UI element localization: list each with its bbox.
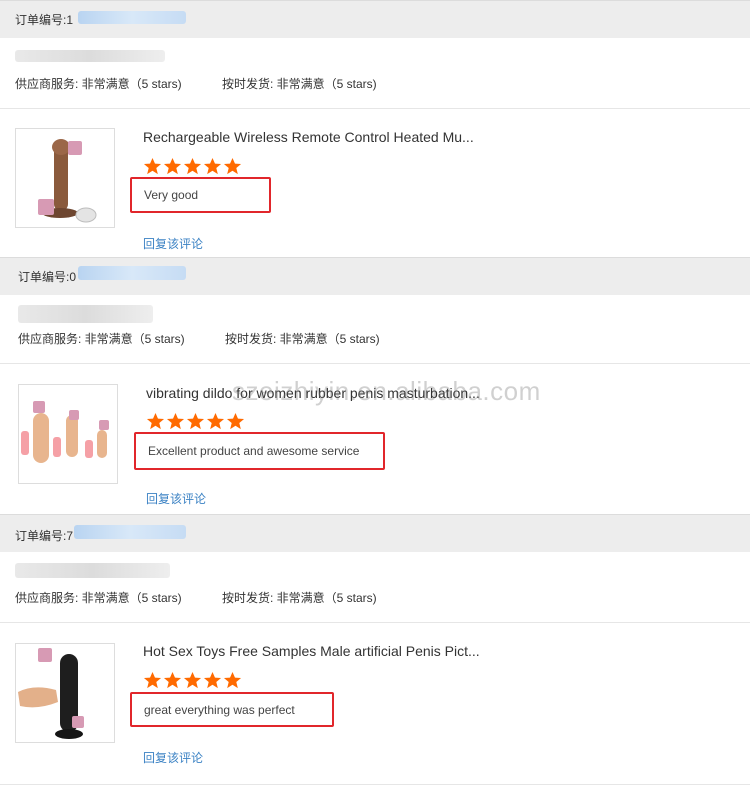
- star-icon: [183, 671, 202, 689]
- review-text: Excellent product and awesome service: [134, 432, 385, 470]
- product-thumbnail[interactable]: [15, 128, 115, 228]
- review-text-content: great everything was perfect: [144, 702, 295, 717]
- product-title-link[interactable]: Hot Sex Toys Free Samples Male artificia…: [143, 643, 483, 659]
- buyer-name-redacted: [15, 563, 170, 578]
- order-number-label: 订单编号:0: [18, 270, 77, 284]
- star-icon: [143, 157, 162, 175]
- review-text: Very good: [130, 177, 271, 213]
- on-time-delivery-rating: 按时发货: 非常满意（5 stars): [222, 77, 377, 91]
- star-icon: [186, 412, 205, 430]
- buyer-name-redacted: [18, 305, 153, 323]
- on-time-delivery-rating: 按时发货: 非常满意（5 stars): [225, 332, 380, 346]
- star-icon: [163, 671, 182, 689]
- product-title-link[interactable]: vibrating dildo for women rubber penis m…: [146, 385, 486, 401]
- divider: [0, 622, 750, 623]
- rating-stars: [146, 412, 245, 432]
- order-number-redacted: [78, 266, 186, 280]
- supplier-service-rating: 供应商服务: 非常满意（5 stars): [15, 77, 182, 91]
- order-number-redacted: [78, 11, 186, 24]
- star-icon: [143, 671, 162, 689]
- reply-review-link[interactable]: 回复该评论: [143, 235, 203, 252]
- product-thumbnail[interactable]: [15, 643, 115, 743]
- supplier-service-rating: 供应商服务: 非常满意（5 stars): [18, 332, 185, 346]
- supplier-service-rating: 供应商服务: 非常满意（5 stars): [15, 591, 182, 605]
- star-icon: [166, 412, 185, 430]
- order-number-label: 订单编号:1: [15, 13, 74, 27]
- review-text-content: Excellent product and awesome service: [148, 444, 360, 458]
- rating-stars: [143, 157, 242, 177]
- star-icon: [203, 671, 222, 689]
- rating-stars: [143, 671, 242, 691]
- star-icon: [163, 157, 182, 175]
- star-icon: [223, 157, 242, 175]
- star-icon: [146, 412, 165, 430]
- buyer-name-redacted: [15, 50, 165, 62]
- product-image: [21, 401, 109, 463]
- star-icon: [223, 671, 242, 689]
- reply-review-link[interactable]: 回复该评论: [143, 749, 203, 766]
- star-icon: [226, 412, 245, 430]
- on-time-delivery-rating: 按时发货: 非常满意（5 stars): [222, 591, 377, 605]
- star-icon: [206, 412, 225, 430]
- star-icon: [203, 157, 222, 175]
- product-title-link[interactable]: Rechargeable Wireless Remote Control Hea…: [143, 129, 483, 145]
- product-image: [38, 139, 97, 223]
- star-icon: [183, 157, 202, 175]
- order-number-redacted: [74, 525, 186, 539]
- divider: [0, 108, 750, 109]
- divider: [0, 784, 750, 785]
- product-image: [18, 648, 84, 739]
- divider: [0, 363, 750, 364]
- product-thumbnail[interactable]: [18, 384, 118, 484]
- order-number-label: 订单编号:7: [15, 529, 74, 543]
- review-text: great everything was perfect: [130, 692, 334, 727]
- reply-review-link[interactable]: 回复该评论: [146, 490, 206, 507]
- review-text-content: Very good: [144, 188, 199, 202]
